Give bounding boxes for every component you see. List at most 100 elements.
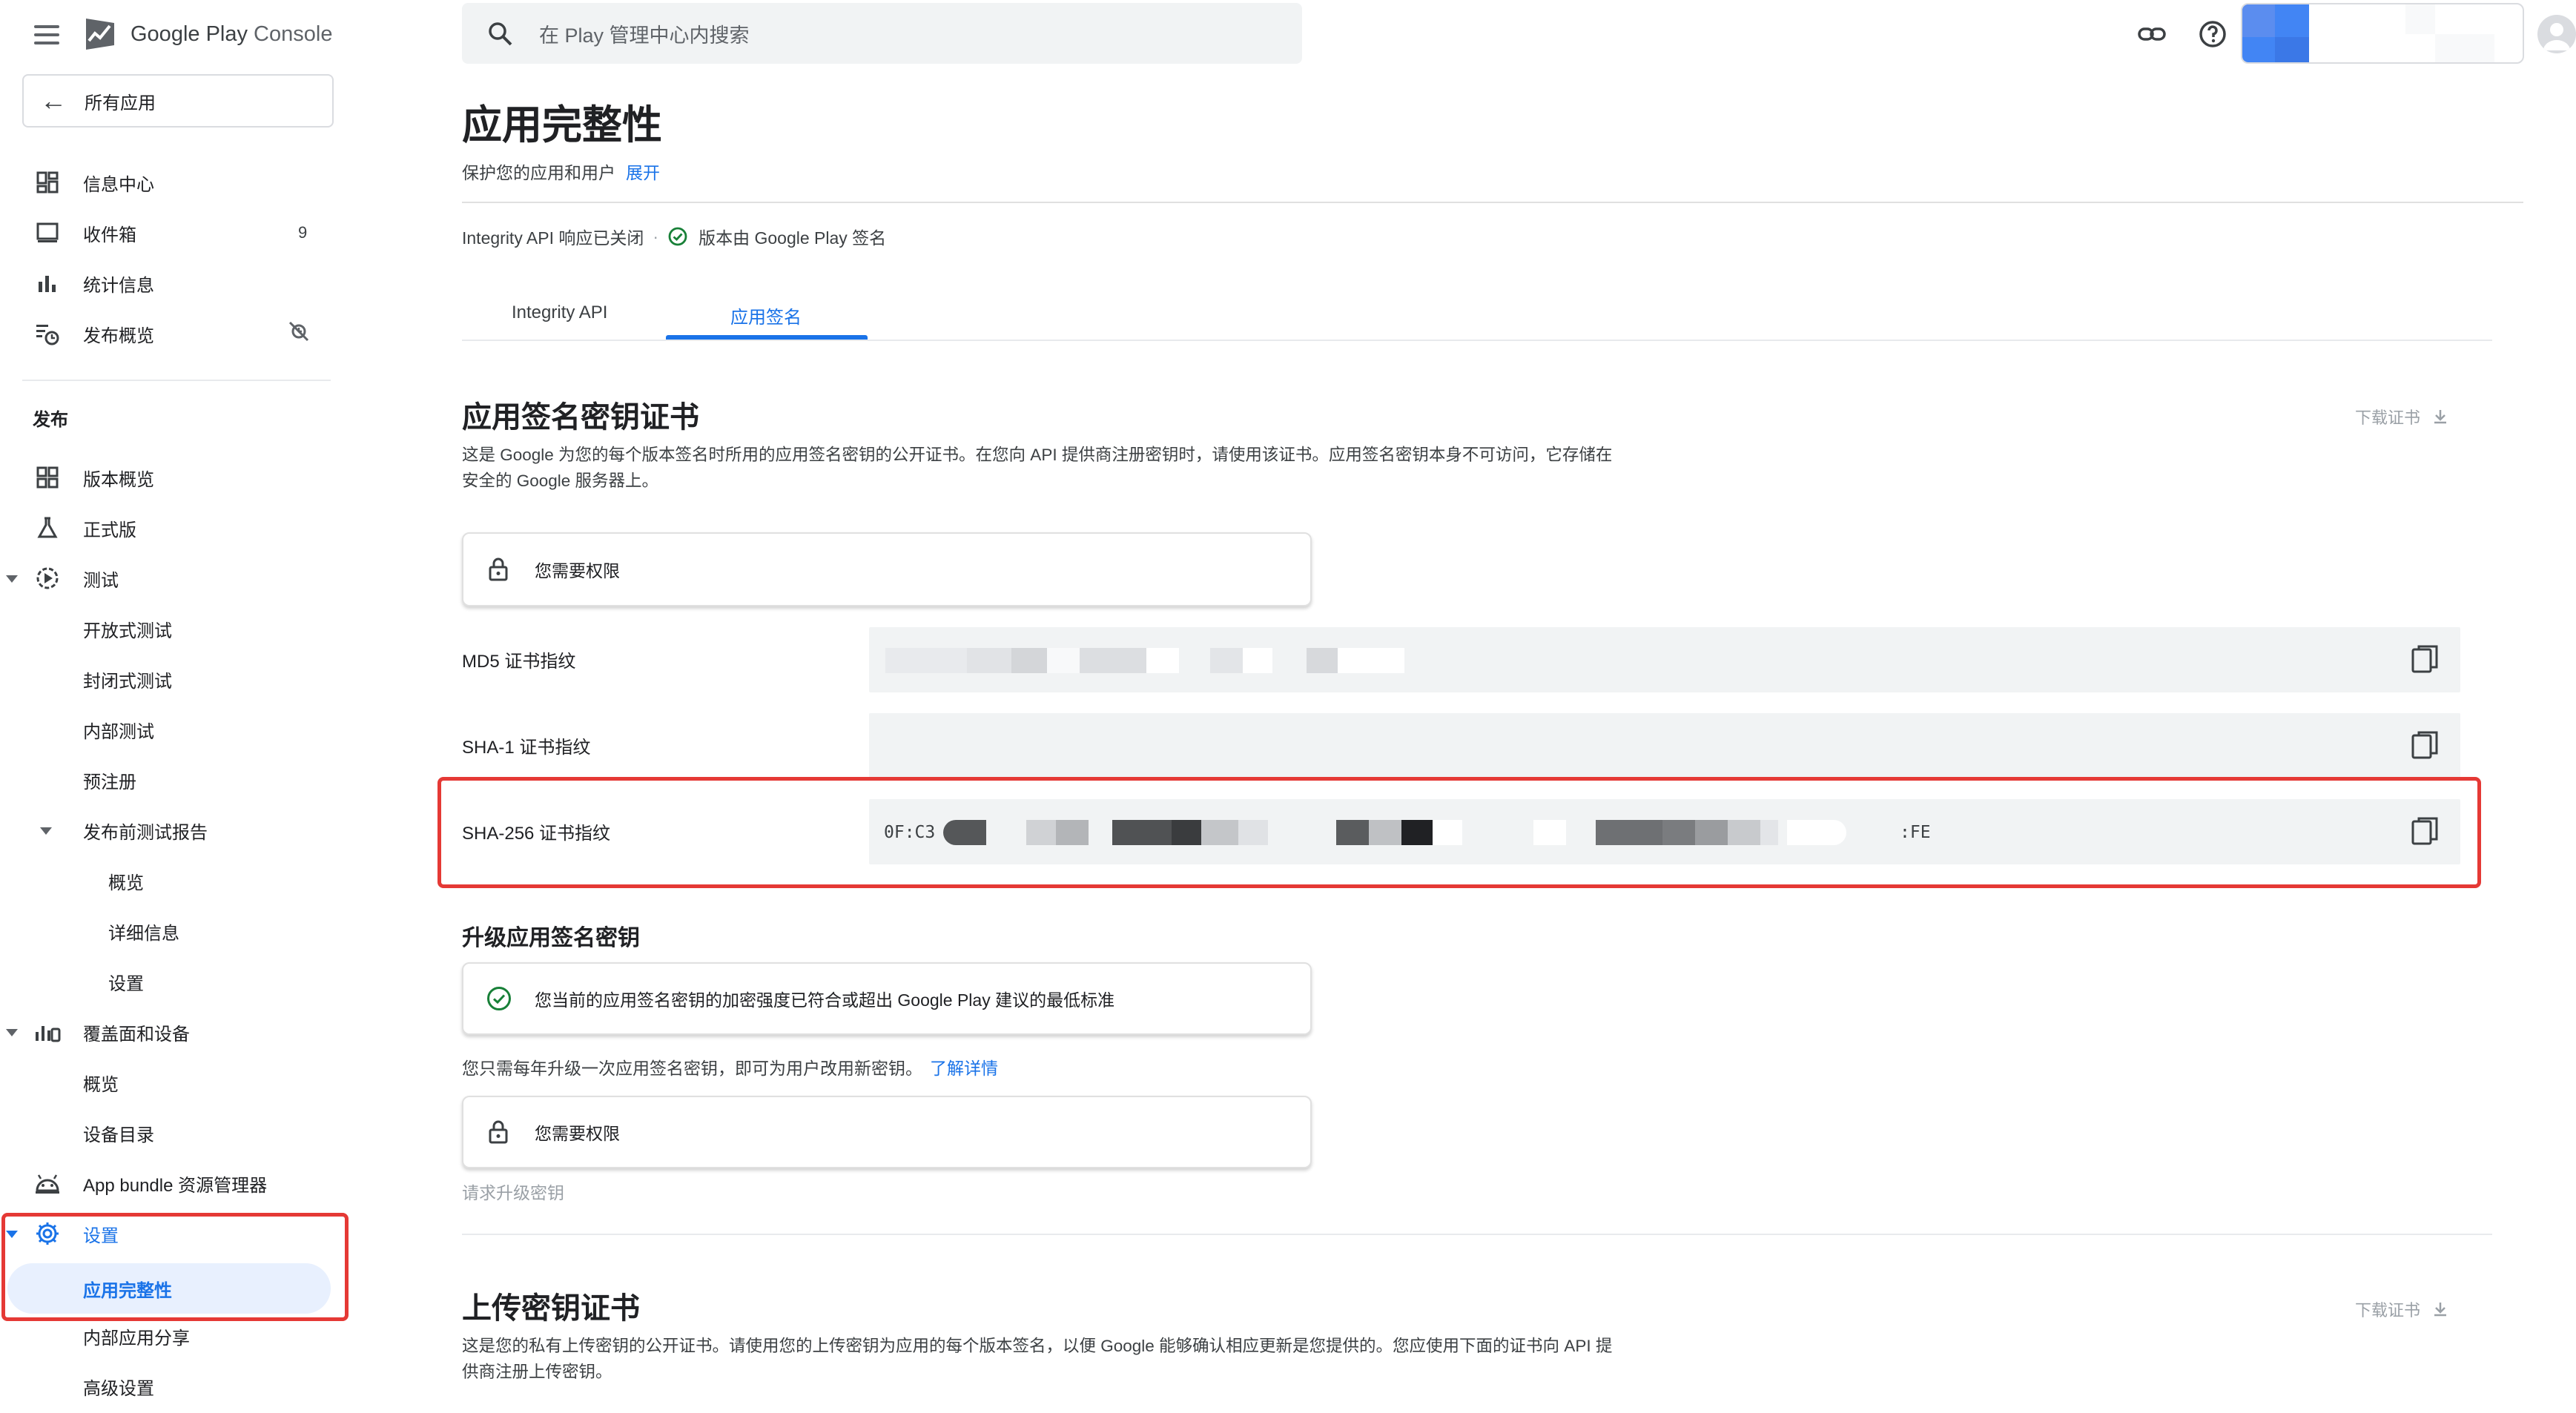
search-placeholder: 在 Play 管理中心内搜索	[539, 24, 750, 47]
sidebar-item-internal-testing[interactable]: 内部测试	[0, 709, 326, 750]
inbox-icon	[33, 218, 62, 248]
redaction-block	[869, 713, 2460, 778]
all-apps-label: 所有应用	[85, 93, 156, 113]
sidebar-item-pre-launch-report[interactable]: 发布前测试报告	[0, 810, 326, 851]
sidebar-item-releases-overview[interactable]: 版本概览	[0, 457, 326, 498]
download-cert-label: 下载证书	[2355, 408, 2421, 427]
sidebar-item-internal-app-sharing[interactable]: 内部应用分享	[0, 1315, 326, 1357]
sidebar-item-dashboard[interactable]: 信息中心	[0, 162, 326, 203]
copy-icon[interactable]	[2410, 643, 2440, 676]
sidebar-item-production[interactable]: 正式版	[0, 507, 326, 549]
upgrade-note: 您只需每年升级一次应用签名密钥，即可为用户改用新密钥。 了解详情	[462, 1054, 998, 1079]
redaction-block	[1336, 820, 1369, 845]
md5-fingerprint-field[interactable]	[869, 627, 2460, 692]
tab-integrity-api[interactable]: Integrity API	[512, 302, 607, 323]
expand-link[interactable]: 展开	[626, 163, 660, 182]
account-switcher[interactable]	[2241, 3, 2524, 64]
redaction-block	[1787, 820, 1846, 845]
expand-caret-icon[interactable]	[6, 1231, 18, 1238]
redaction-block	[1662, 820, 1695, 845]
section-title-upgrade: 升级应用签名密钥	[462, 926, 640, 950]
copy-icon[interactable]	[2410, 815, 2440, 848]
expand-caret-icon[interactable]	[6, 1029, 18, 1036]
help-icon[interactable]	[2198, 19, 2227, 49]
brand[interactable]: Google Play Console	[82, 13, 332, 55]
redaction-block	[1201, 820, 1238, 845]
sidebar-item-advanced-settings[interactable]: 高级设置	[0, 1366, 326, 1407]
page-title: 应用完整性	[462, 103, 662, 148]
redaction-block	[1056, 820, 1089, 845]
redaction-block	[1369, 820, 1401, 845]
sidebar-item-label: 设备目录	[83, 1125, 154, 1145]
sidebar-item-label: 正式版	[83, 520, 136, 540]
sidebar: Google Play Console ← 所有应用 信息中心 收件箱 9 统计…	[0, 0, 349, 1413]
sha256-fingerprint-field[interactable]: 0F:C3 :FE	[869, 799, 2460, 864]
sidebar-item-report-details[interactable]: 详细信息	[0, 910, 326, 952]
sidebar-item-pre-registration[interactable]: 预注册	[0, 759, 326, 801]
check-circle-icon	[487, 987, 511, 1010]
redaction-block	[1112, 820, 1172, 845]
sidebar-item-open-testing[interactable]: 开放式测试	[0, 608, 326, 649]
download-upload-cert-button[interactable]: 下载证书	[2355, 1297, 2450, 1321]
sidebar-item-app-bundle-explorer[interactable]: App bundle 资源管理器	[0, 1162, 326, 1204]
copy-icon[interactable]	[2410, 729, 2440, 762]
expand-caret-icon[interactable]	[40, 827, 52, 835]
sidebar-item-label: 收件箱	[83, 225, 136, 245]
status-signed-text: 版本由 Google Play 签名	[699, 228, 887, 248]
sidebar-item-label: 开放式测试	[83, 621, 172, 641]
brand-name: Google Play Console	[131, 21, 333, 46]
sha1-fingerprint-field[interactable]	[869, 713, 2460, 778]
search-icon	[489, 22, 512, 46]
sidebar-item-label: 概览	[83, 1074, 119, 1095]
all-apps-button[interactable]: ← 所有应用	[22, 74, 334, 128]
sidebar-item-label: 应用完整性	[83, 1280, 172, 1301]
redaction-block	[967, 648, 1011, 673]
dashboard-icon	[33, 168, 62, 197]
learn-more-link[interactable]: 了解详情	[930, 1059, 998, 1078]
lock-icon	[489, 1120, 508, 1144]
play-circle-icon	[33, 563, 62, 593]
sidebar-item-closed-testing[interactable]: 封闭式测试	[0, 658, 326, 700]
sidebar-item-label: 测试	[83, 570, 119, 591]
sidebar-item-label: 版本概览	[83, 469, 154, 490]
link-icon[interactable]	[2137, 19, 2167, 49]
status-api-text: Integrity API 响应已关闭	[462, 228, 644, 248]
sidebar-item-testing[interactable]: 测试	[0, 557, 326, 599]
key-strength-card: 您当前的应用签名密钥的加密强度已符合或超出 Google Play 建议的最低标…	[462, 962, 1312, 1035]
sidebar-item-statistics[interactable]: 统计信息	[0, 262, 326, 304]
sidebar-item-reach-overview[interactable]: 概览	[0, 1062, 326, 1103]
section-divider	[462, 1234, 2492, 1235]
sidebar-item-reach-devices[interactable]: 覆盖面和设备	[0, 1011, 326, 1053]
redaction-block	[1243, 648, 1272, 673]
sidebar-section-publish: 发布	[33, 410, 68, 430]
download-cert-button[interactable]: 下载证书	[2355, 405, 2450, 428]
search-bar[interactable]: 在 Play 管理中心内搜索	[462, 3, 1302, 64]
menu-icon[interactable]	[33, 22, 61, 44]
sidebar-item-device-catalog[interactable]: 设备目录	[0, 1112, 326, 1154]
sidebar-item-inbox[interactable]: 收件箱 9	[0, 212, 326, 254]
sidebar-item-app-integrity[interactable]: 应用完整性	[0, 1268, 326, 1309]
request-upgrade-button[interactable]: 请求升级密钥	[462, 1179, 564, 1204]
expand-caret-icon[interactable]	[6, 575, 18, 583]
sidebar-item-report-overview[interactable]: 概览	[0, 860, 326, 901]
sidebar-item-settings[interactable]: 设置	[0, 1213, 326, 1254]
schedule-list-icon	[33, 319, 62, 348]
md5-label: MD5 证书指纹	[462, 652, 576, 672]
redaction-block	[1011, 648, 1047, 673]
sha256-suffix: :FE	[1900, 823, 1931, 842]
redaction-block	[1533, 820, 1566, 845]
permission-card-text: 您需要权限	[535, 1124, 620, 1143]
section-title-upload-cert: 上传密钥证书	[462, 1292, 640, 1325]
sidebar-item-label: 统计信息	[83, 275, 154, 296]
redaction-block	[1760, 820, 1778, 845]
arrow-back-icon: ←	[40, 85, 67, 116]
permission-card: 您需要权限	[462, 1096, 1312, 1168]
sidebar-item-report-settings[interactable]: 设置	[0, 961, 326, 1002]
tab-app-signing[interactable]: 应用签名	[730, 302, 802, 328]
sha1-label: SHA-1 证书指纹	[462, 738, 591, 758]
sidebar-item-label: 发布前测试报告	[83, 822, 208, 843]
avatar[interactable]	[2537, 15, 2576, 53]
check-circle-icon	[668, 227, 687, 246]
redaction-block	[1307, 648, 1338, 673]
sidebar-item-publishing-overview[interactable]: 发布概览	[0, 313, 326, 354]
